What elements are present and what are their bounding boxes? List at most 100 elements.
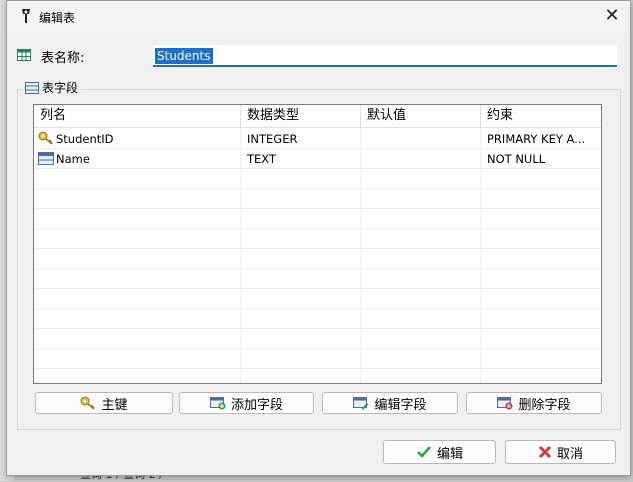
cancel-x-icon: [538, 445, 552, 459]
column-header-name[interactable]: 列名: [34, 105, 241, 127]
delete-field-button[interactable]: 删除字段: [466, 392, 602, 414]
empty-cell: [34, 349, 241, 369]
primary-key-button[interactable]: 主键: [35, 392, 173, 414]
field-icon: [38, 152, 54, 165]
cancel-label: 取消: [556, 446, 583, 462]
edit-field-icon: [353, 397, 369, 410]
empty-cell: [241, 249, 361, 269]
empty-cell: [361, 349, 481, 369]
table-row[interactable]: Name TEXT NOT NULL: [34, 149, 601, 169]
empty-cell: [34, 169, 241, 189]
cell-type: TEXT: [241, 149, 361, 169]
title-bar: 编辑表 ✕: [7, 1, 630, 31]
edit-table-dialog: 编辑表 ✕ 表名称: Students 表字段 列名 数据类型 默认值 约束 S…: [6, 0, 631, 476]
empty-cell: [481, 169, 601, 189]
empty-row: [34, 329, 601, 349]
table-row[interactable]: StudentID INTEGER PRIMARY KEY A...: [34, 129, 601, 149]
empty-cell: [241, 329, 361, 349]
empty-cell: [361, 169, 481, 189]
empty-cell: [481, 229, 601, 249]
empty-row: [34, 309, 601, 329]
close-button[interactable]: ✕: [600, 4, 624, 28]
empty-cell: [361, 229, 481, 249]
ok-label: 编辑: [436, 446, 463, 462]
field-name: Name: [56, 152, 90, 166]
column-header-default[interactable]: 默认值: [361, 105, 481, 127]
empty-row: [34, 229, 601, 249]
add-field-button[interactable]: 添加字段: [179, 392, 314, 414]
empty-cell: [361, 309, 481, 329]
cell-type: INTEGER: [241, 129, 361, 149]
empty-cell: [34, 329, 241, 349]
fields-group-label: 表字段: [42, 81, 79, 95]
empty-cell: [241, 309, 361, 329]
key-icon: [38, 131, 53, 145]
add-field-icon: [209, 397, 226, 410]
add-field-label: 添加字段: [230, 397, 283, 413]
app-icon: [22, 9, 30, 23]
empty-cell: [34, 249, 241, 269]
column-header-constraint[interactable]: 约束: [481, 105, 601, 127]
empty-cell: [34, 209, 241, 229]
empty-cell: [481, 269, 601, 289]
empty-cell: [361, 329, 481, 349]
edit-field-label: 编辑字段: [374, 397, 427, 413]
cell-default: [361, 129, 481, 149]
primary-key-label: 主键: [101, 397, 128, 413]
empty-cell: [481, 209, 601, 229]
table-icon: [17, 49, 31, 61]
empty-cell: [481, 329, 601, 349]
empty-cell: [34, 289, 241, 309]
empty-cell: [361, 249, 481, 269]
empty-cell: [481, 189, 601, 209]
empty-cell: [481, 369, 601, 383]
delete-field-label: 删除字段: [518, 397, 571, 413]
empty-cell: [241, 229, 361, 249]
empty-row: [34, 249, 601, 269]
delete-field-icon: [497, 397, 513, 410]
check-icon: [417, 446, 431, 458]
empty-row: [34, 189, 601, 209]
empty-cell: [481, 349, 601, 369]
empty-cell: [241, 369, 361, 383]
close-icon: ✕: [604, 5, 620, 26]
table-name-value: Students: [155, 48, 213, 64]
cell-name: StudentID: [34, 129, 241, 149]
ok-button[interactable]: 编辑: [383, 440, 496, 464]
empty-cell: [361, 289, 481, 309]
empty-cell: [34, 269, 241, 289]
empty-row: [34, 269, 601, 289]
cancel-button[interactable]: 取消: [505, 440, 616, 464]
empty-cell: [361, 369, 481, 383]
empty-row: [34, 349, 601, 369]
key-icon: [80, 396, 96, 410]
fields-group-legend: 表字段: [23, 79, 82, 96]
empty-row: [34, 369, 601, 383]
empty-cell: [34, 229, 241, 249]
empty-cell: [241, 349, 361, 369]
empty-cell: [481, 249, 601, 269]
empty-row: [34, 169, 601, 189]
cell-constraint: PRIMARY KEY A...: [487, 132, 586, 146]
cell-constraint: NOT NULL: [487, 152, 546, 166]
edit-field-button[interactable]: 编辑字段: [322, 392, 458, 414]
dialog-title: 编辑表: [39, 11, 76, 25]
empty-cell: [34, 369, 241, 383]
table-name-input[interactable]: [153, 45, 617, 67]
fields-icon: [25, 81, 39, 94]
empty-cell: [361, 269, 481, 289]
fields-grid[interactable]: 列名 数据类型 默认值 约束 StudentID INTEGER PRIMARY…: [33, 104, 602, 384]
grid-header: 列名 数据类型 默认值 约束: [34, 105, 601, 128]
empty-cell: [241, 269, 361, 289]
cell-default: [361, 149, 481, 169]
empty-cell: [481, 309, 601, 329]
cell-name: Name: [34, 149, 241, 169]
empty-cell: [241, 169, 361, 189]
empty-cell: [481, 289, 601, 309]
field-name: StudentID: [56, 132, 114, 146]
empty-cell: [241, 289, 361, 309]
empty-cell: [34, 189, 241, 209]
empty-cell: [241, 189, 361, 209]
column-header-type[interactable]: 数据类型: [241, 105, 361, 127]
empty-row: [34, 289, 601, 309]
